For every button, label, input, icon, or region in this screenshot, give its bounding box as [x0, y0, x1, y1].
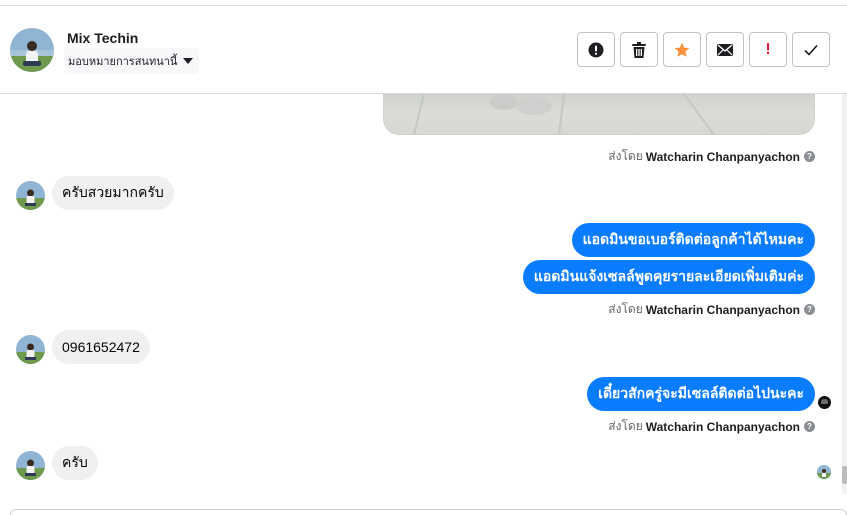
incoming-message[interactable]: 0961652472	[52, 330, 150, 364]
contact-avatar[interactable]	[10, 28, 54, 72]
contact-avatar-small[interactable]	[16, 181, 45, 210]
sent-by-label: ส่งโดย Watcharin Chanpanyachon ?	[608, 417, 815, 436]
shared-photo[interactable]	[383, 94, 815, 135]
sent-by-prefix: ส่งโดย	[608, 149, 643, 163]
incoming-message[interactable]: ครับสวยมากครับ	[52, 176, 174, 210]
follow-up-button[interactable]: !	[749, 32, 787, 67]
trash-icon	[632, 41, 646, 58]
sender-name: Watcharin Chanpanyachon	[645, 149, 800, 164]
contact-avatar-small[interactable]	[16, 451, 45, 480]
sender-name: Watcharin Chanpanyachon	[645, 302, 800, 317]
exclamation-icon: !	[765, 40, 771, 58]
help-icon[interactable]: ?	[804, 304, 815, 315]
caret-down-icon	[183, 58, 194, 64]
message-composer[interactable]	[10, 509, 847, 515]
envelope-icon	[717, 43, 733, 56]
sent-by-prefix: ส่งโดย	[608, 302, 643, 316]
assign-conversation-label: มอบหมายการสนทนานี้	[68, 56, 178, 68]
report-spam-button[interactable]	[577, 32, 615, 67]
star-icon	[674, 42, 690, 57]
scrollbar-thumb[interactable]	[842, 466, 847, 484]
assign-conversation-dropdown[interactable]: มอบหมายการสนทนานี้	[64, 48, 200, 74]
conversation-toolbar: !	[577, 32, 830, 67]
sent-by-label: ส่งโดย Watcharin Chanpanyachon ?	[608, 147, 815, 166]
mark-unread-button[interactable]	[706, 32, 744, 67]
conversation-header: Mix Techin มอบหมายการสนทนานี้ !	[0, 6, 847, 94]
checkmark-icon	[804, 44, 818, 56]
help-icon[interactable]: ?	[804, 151, 815, 162]
scrollbar-track[interactable]	[842, 94, 847, 494]
sent-by-prefix: ส่งโดย	[608, 419, 643, 433]
sender-name: Watcharin Chanpanyachon	[645, 419, 800, 434]
outgoing-message[interactable]: เดี๋ยวสักครู่จะมีเซลล์ติดต่อไปนะคะ	[587, 377, 815, 411]
alert-circle-icon	[588, 42, 604, 57]
outgoing-message[interactable]: แอดมินแจ้งเซลล์พูดคุยรายละเอียดเพิ่มเติม…	[522, 260, 815, 294]
contact-avatar-small[interactable]	[16, 335, 45, 364]
delivered-indicator-icon	[818, 396, 831, 409]
contact-name[interactable]: Mix Techin	[67, 30, 138, 46]
seen-avatar-icon	[817, 465, 831, 479]
delete-button[interactable]	[620, 32, 658, 67]
mark-done-button[interactable]	[792, 32, 830, 67]
incoming-message[interactable]: ครับ	[52, 446, 98, 480]
star-button[interactable]	[663, 32, 701, 67]
sent-by-label: ส่งโดย Watcharin Chanpanyachon ?	[608, 300, 815, 319]
outgoing-message[interactable]: แอดมินขอเบอร์ติดต่อลูกค้าได้ไหมคะ	[571, 223, 815, 257]
help-icon[interactable]: ?	[804, 421, 815, 432]
